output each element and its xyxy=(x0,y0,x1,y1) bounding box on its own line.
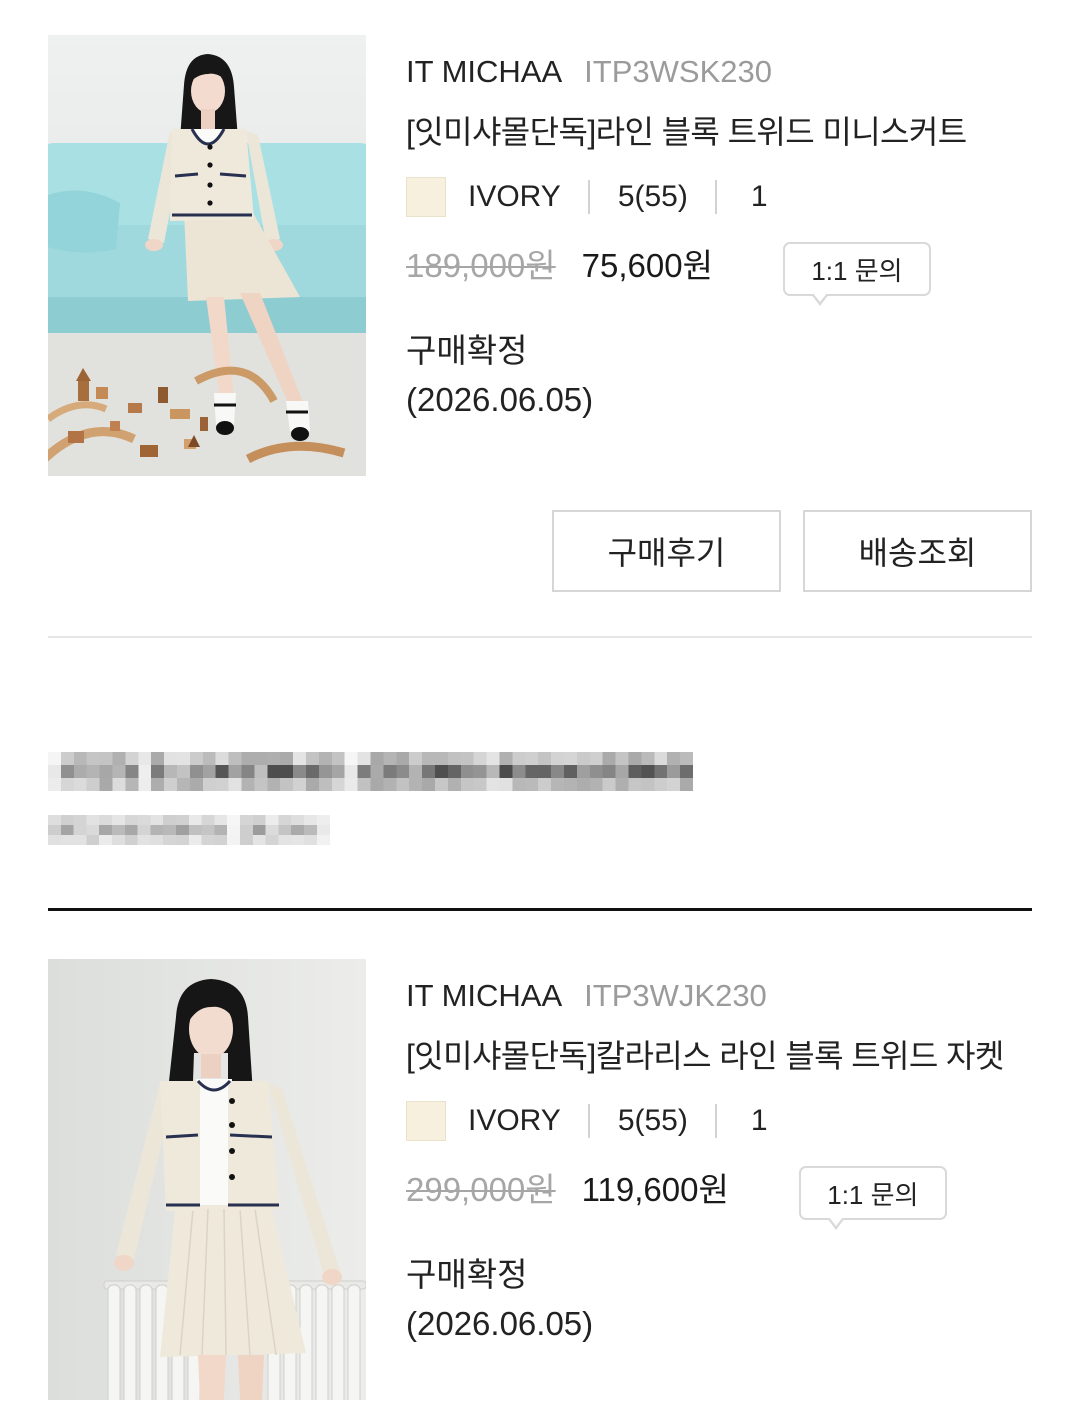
brand-row: IT MICHAA ITP3WJK230 xyxy=(406,966,1032,1026)
brand-row: IT MICHAA ITP3WSK230 xyxy=(406,42,1032,102)
status-label: 구매확정 xyxy=(406,1256,528,1293)
option-divider xyxy=(714,1104,717,1138)
order-divider xyxy=(48,908,1032,911)
color-swatch xyxy=(406,1101,446,1141)
order-history-page: IT MICHAA ITP3WSK230 [잇미샤몰단독]라인 블록 트위드 미니… xyxy=(0,0,1080,1400)
track-delivery-button[interactable]: 배송조회 xyxy=(803,510,1032,592)
brand-name: IT MICHAA xyxy=(406,978,563,1013)
order-item: IT MICHAA ITP3WSK230 [잇미샤몰단독]라인 블록 트위드 미니… xyxy=(48,35,1032,476)
product-image[interactable] xyxy=(48,35,366,476)
status-label: 구매확정 xyxy=(406,332,528,369)
order-date-redacted xyxy=(48,815,330,845)
option-divider xyxy=(587,180,590,214)
product-title[interactable]: [잇미샤몰단독]라인 블록 트위드 미니스커트 xyxy=(406,102,1032,162)
order-status: 구매확정 (2026.06.05) xyxy=(406,326,1032,424)
option-size: 5(55) xyxy=(617,180,688,213)
option-divider xyxy=(714,180,717,214)
price-row: 299,000원 119,600원 1:1 문의 xyxy=(406,1154,1032,1230)
original-price: 299,000원 xyxy=(406,1171,556,1208)
sale-price: 75,600원 xyxy=(581,247,713,284)
option-divider xyxy=(587,1104,590,1138)
item-actions: 구매후기 배송조회 xyxy=(48,510,1032,592)
product-image[interactable] xyxy=(48,959,366,1400)
order-status: 구매확정 (2026.06.05) xyxy=(406,1250,1032,1348)
divider xyxy=(48,636,1032,638)
product-code: ITP3WSK230 xyxy=(584,54,772,89)
price-row: 189,000원 75,600원 1:1 문의 xyxy=(406,230,1032,306)
option-color: IVORY xyxy=(468,180,561,213)
product-code: ITP3WJK230 xyxy=(584,978,767,1013)
order-header xyxy=(48,752,1032,845)
order-number-redacted[interactable] xyxy=(48,752,693,791)
item-info: IT MICHAA ITP3WSK230 [잇미샤몰단독]라인 블록 트위드 미니… xyxy=(406,35,1032,476)
option-row: IVORY 5(55) 1 xyxy=(406,1088,1032,1154)
brand-name: IT MICHAA xyxy=(406,54,563,89)
inquiry-button[interactable]: 1:1 문의 xyxy=(782,242,931,306)
status-date: (2026.06.05) xyxy=(406,381,594,418)
item-info: IT MICHAA ITP3WJK230 [잇미샤몰단독]칼라리스 라인 블록 트… xyxy=(406,959,1032,1400)
write-review-button[interactable]: 구매후기 xyxy=(552,510,781,592)
color-swatch xyxy=(406,177,446,217)
inquiry-button[interactable]: 1:1 문의 xyxy=(798,1166,947,1230)
option-row: IVORY 5(55) 1 xyxy=(406,164,1032,230)
option-color: IVORY xyxy=(468,1104,561,1137)
product-title[interactable]: [잇미샤몰단독]칼라리스 라인 블록 트위드 자켓 xyxy=(406,1026,1032,1086)
option-quantity: 1 xyxy=(750,180,768,213)
sale-price: 119,600원 xyxy=(581,1171,729,1208)
original-price: 189,000원 xyxy=(406,247,556,284)
status-date: (2026.06.05) xyxy=(406,1305,594,1342)
option-quantity: 1 xyxy=(750,1104,768,1137)
option-size: 5(55) xyxy=(617,1104,688,1137)
order-item: IT MICHAA ITP3WJK230 [잇미샤몰단독]칼라리스 라인 블록 트… xyxy=(48,959,1032,1400)
